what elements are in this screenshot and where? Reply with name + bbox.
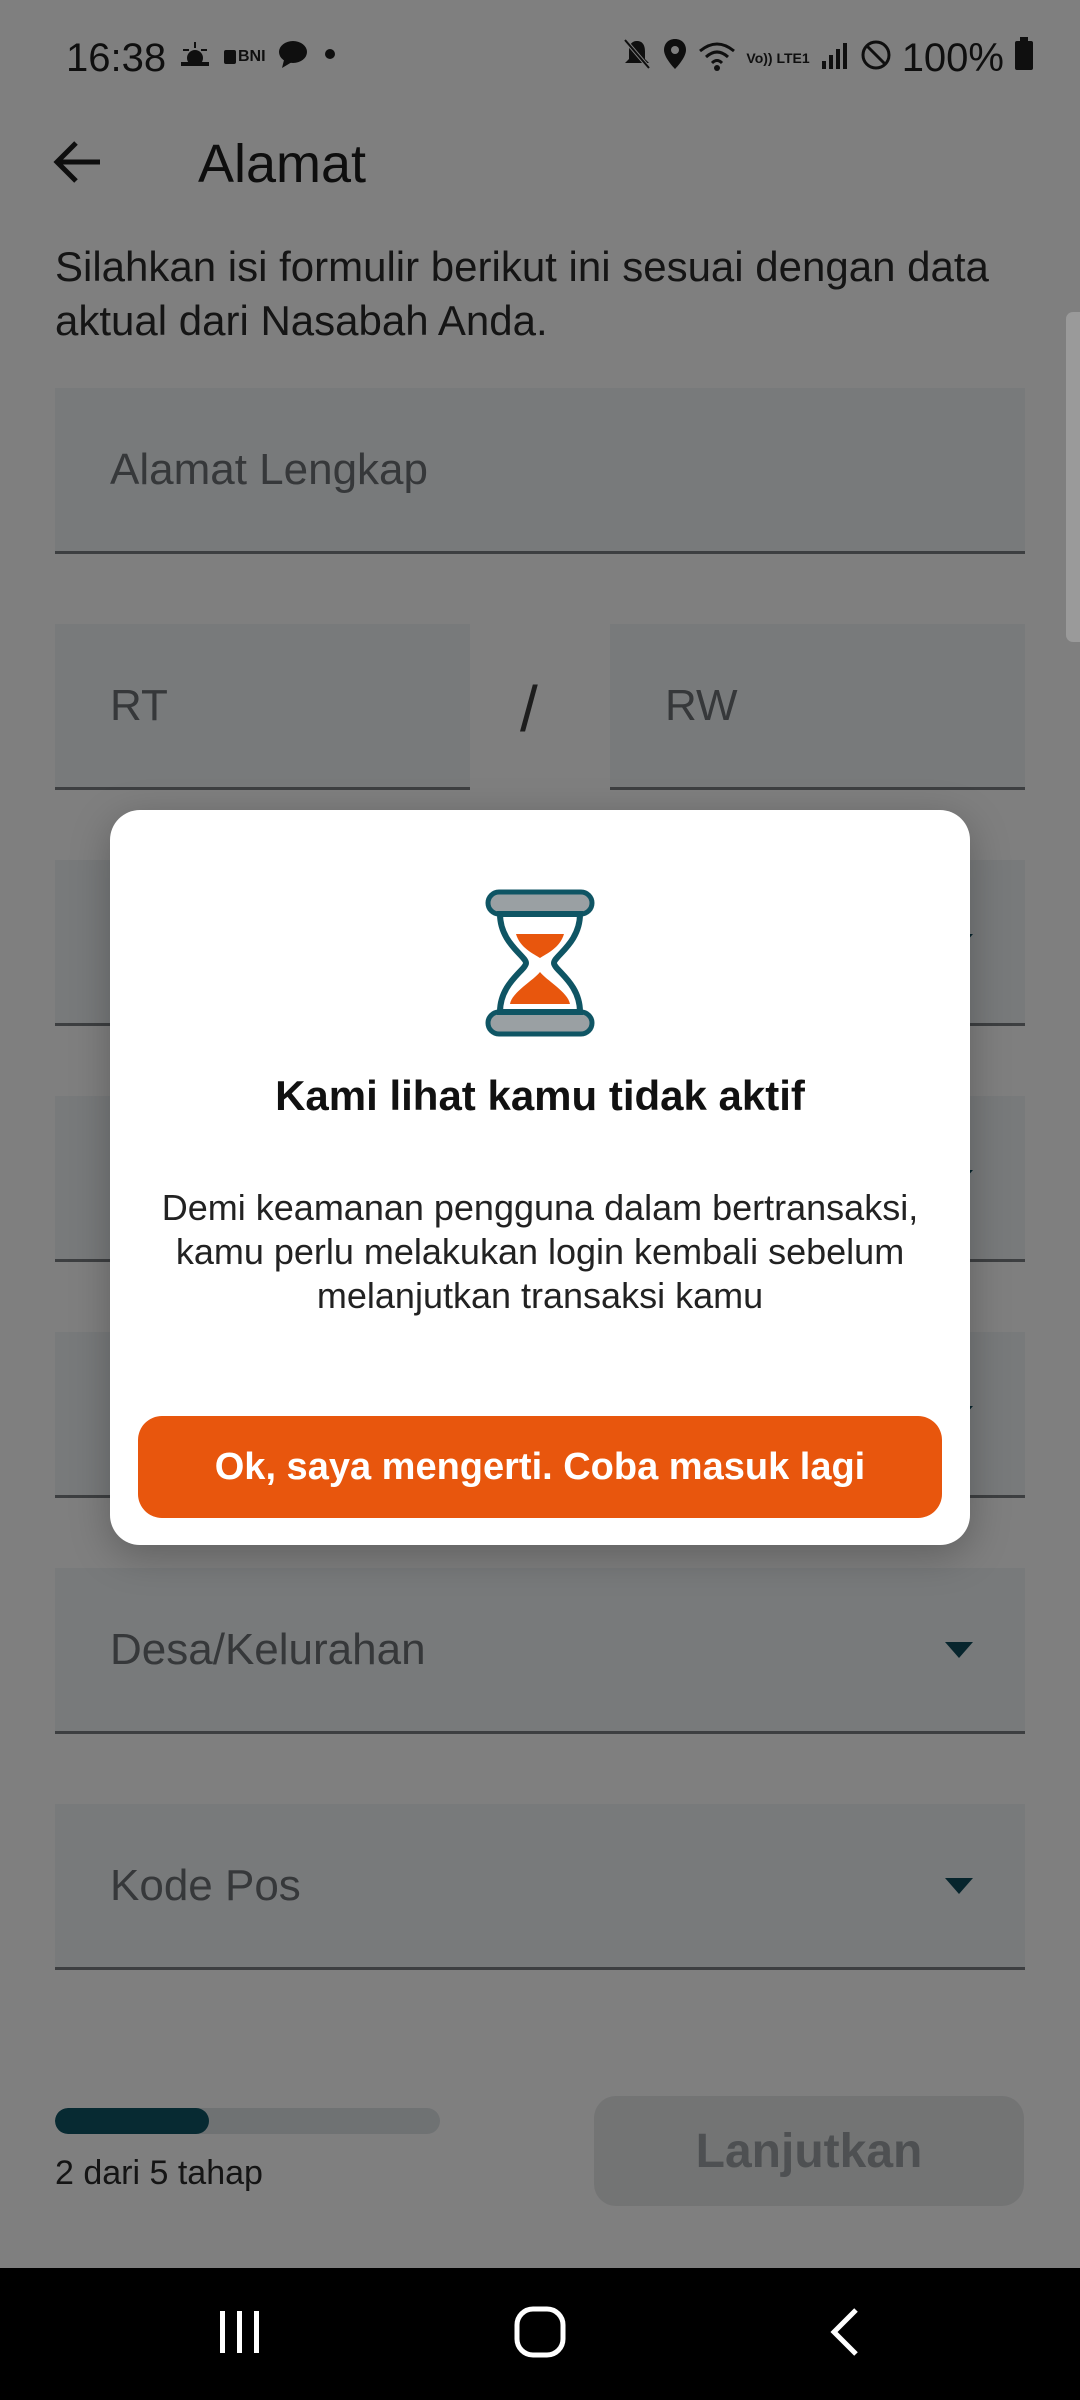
system-back-button[interactable] xyxy=(775,2268,915,2400)
back-chevron-icon xyxy=(828,2306,862,2363)
recents-icon xyxy=(216,2309,264,2360)
screen: 16:38 BNI xyxy=(0,0,1080,2400)
inactivity-dialog: Kami lihat kamu tidak aktif Demi keamana… xyxy=(110,810,970,1545)
recents-button[interactable] xyxy=(170,2268,310,2400)
retry-login-button[interactable]: Ok, saya mengerti. Coba masuk lagi xyxy=(138,1416,942,1518)
scrollbar-thumb[interactable] xyxy=(1066,312,1080,642)
home-button[interactable] xyxy=(470,2268,610,2400)
dialog-message: Demi keamanan pengguna dalam bertransaks… xyxy=(161,1187,919,1316)
home-icon xyxy=(513,2305,567,2364)
system-navigation-bar xyxy=(0,2268,1080,2400)
dialog-title: Kami lihat kamu tidak aktif xyxy=(275,1072,805,1119)
hourglass-icon xyxy=(482,888,598,1038)
